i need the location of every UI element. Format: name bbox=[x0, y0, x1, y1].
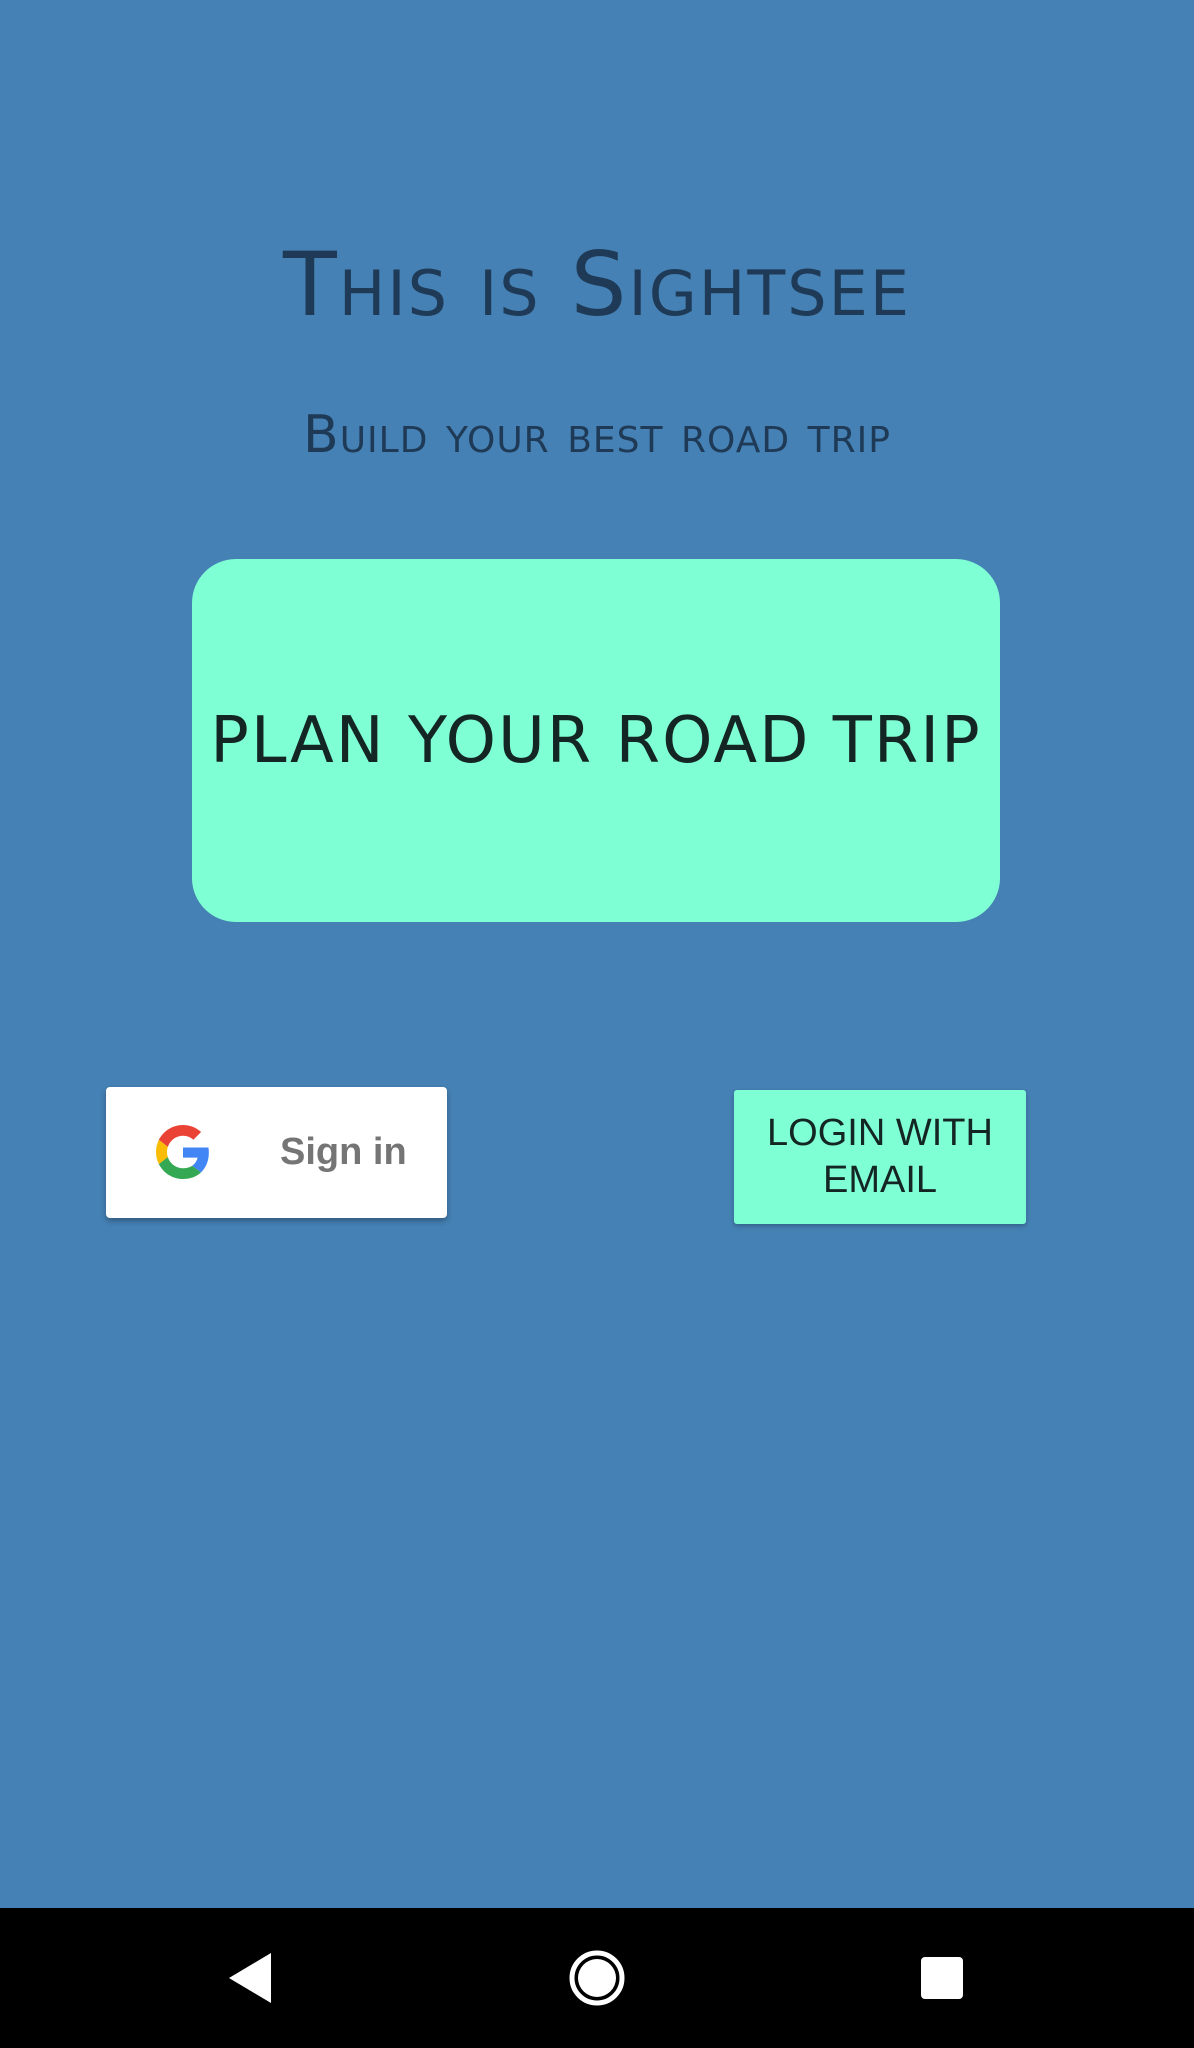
recents-square-icon bbox=[921, 1957, 963, 1999]
google-sign-in-button[interactable]: Sign in bbox=[106, 1087, 447, 1218]
page-title: This is Sightsee bbox=[283, 233, 911, 336]
plan-road-trip-label: PLAN YOUR ROAD TRIP bbox=[210, 703, 982, 778]
nav-back-button[interactable] bbox=[170, 1908, 330, 2048]
login-with-email-label: LOGIN WITH EMAIL bbox=[767, 1112, 993, 1201]
back-triangle-icon bbox=[229, 1953, 271, 2003]
system-nav-bar bbox=[0, 1908, 1194, 2048]
login-with-email-button[interactable]: LOGIN WITH EMAIL bbox=[734, 1090, 1026, 1224]
nav-home-button[interactable] bbox=[517, 1908, 677, 2048]
plan-road-trip-button[interactable]: PLAN YOUR ROAD TRIP bbox=[192, 559, 1000, 922]
page-subtitle: Build your best road trip bbox=[303, 405, 891, 465]
google-g-icon bbox=[156, 1125, 209, 1179]
google-sign-in-label: Sign in bbox=[280, 1131, 407, 1173]
app-screen: This is Sightsee Build your best road tr… bbox=[0, 0, 1194, 1908]
home-circle-icon bbox=[569, 1950, 625, 2006]
nav-recents-button[interactable] bbox=[862, 1908, 1022, 2048]
